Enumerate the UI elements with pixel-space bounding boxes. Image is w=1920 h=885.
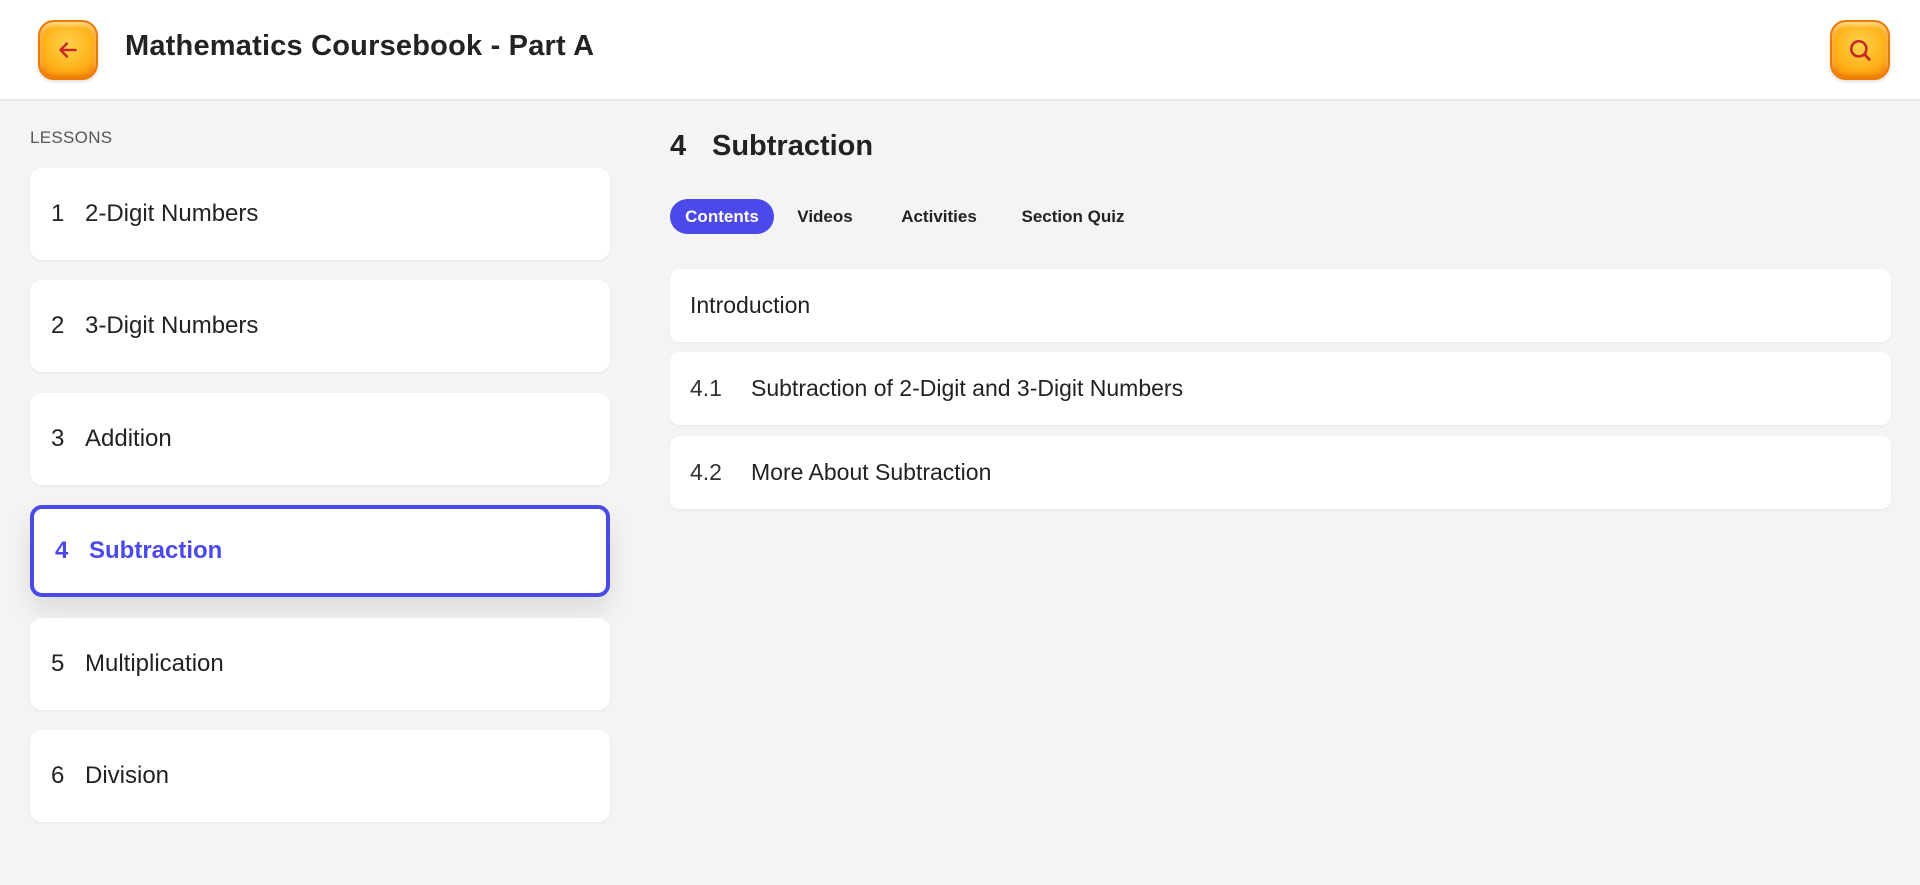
lesson-number: 1 bbox=[51, 200, 65, 227]
lesson-number: 4 bbox=[55, 537, 69, 564]
tab-activities[interactable]: Activities bbox=[896, 199, 982, 234]
lesson-title: Subtraction bbox=[89, 537, 223, 564]
content-title: Subtraction of 2-Digit and 3-Digit Numbe… bbox=[751, 375, 1184, 401]
section-number: 4 bbox=[670, 130, 687, 162]
search-icon bbox=[1849, 39, 1871, 61]
search-button[interactable] bbox=[1830, 20, 1890, 80]
content-item-4-1[interactable]: 4.1 Subtraction of 2-Digit and 3-Digit N… bbox=[670, 352, 1891, 425]
lesson-title: 2-Digit Numbers bbox=[85, 200, 259, 227]
lesson-item-1[interactable]: 1 2-Digit Numbers bbox=[30, 168, 610, 260]
lesson-item-2[interactable]: 2 3-Digit Numbers bbox=[30, 280, 610, 372]
arrow-left-icon bbox=[59, 42, 77, 58]
lesson-number: 6 bbox=[51, 762, 65, 789]
app-header: Mathematics Coursebook - Part A bbox=[0, 0, 1920, 99]
lesson-number: 3 bbox=[51, 425, 65, 452]
lesson-title: 3-Digit Numbers bbox=[85, 312, 259, 339]
back-button[interactable] bbox=[38, 20, 98, 80]
tab-contents[interactable]: Contents bbox=[670, 199, 774, 234]
lesson-item-4-active[interactable]: 4 Subtraction bbox=[30, 505, 610, 597]
section-heading: 4 Subtraction bbox=[670, 130, 873, 163]
lesson-item-3[interactable]: 3 Addition bbox=[30, 393, 610, 485]
content-number: 4.2 bbox=[690, 459, 722, 485]
content-title: More About Subtraction bbox=[751, 459, 992, 485]
section-title: Subtraction bbox=[712, 130, 874, 162]
lesson-item-5[interactable]: 5 Multiplication bbox=[30, 618, 610, 710]
lessons-label: LESSONS bbox=[30, 128, 113, 147]
lesson-number: 5 bbox=[51, 650, 65, 677]
content-number: 4.1 bbox=[690, 375, 722, 401]
lesson-title: Addition bbox=[85, 425, 172, 452]
lesson-number: 2 bbox=[51, 312, 65, 339]
content-item-introduction[interactable]: Introduction bbox=[670, 269, 1891, 342]
content-item-4-2[interactable]: 4.2 More About Subtraction bbox=[670, 436, 1891, 509]
page-title: Mathematics Coursebook - Part A bbox=[125, 30, 595, 62]
tab-section-quiz[interactable]: Section Quiz bbox=[1016, 199, 1130, 234]
tab-videos[interactable]: Videos bbox=[790, 199, 860, 234]
lesson-title: Multiplication bbox=[85, 650, 224, 677]
lesson-item-6[interactable]: 6 Division bbox=[30, 730, 610, 822]
lesson-title: Division bbox=[85, 762, 170, 789]
content-title: Introduction bbox=[690, 292, 811, 318]
